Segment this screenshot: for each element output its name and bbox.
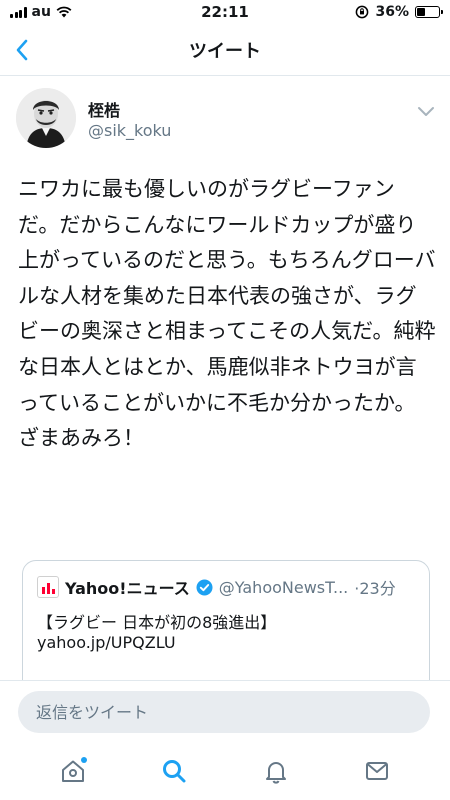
display-name[interactable]: 桎梏 bbox=[88, 97, 120, 121]
user-handle[interactable]: @sik_koku bbox=[88, 121, 171, 140]
avatar-portrait-icon bbox=[16, 88, 76, 148]
quoted-link[interactable]: yahoo.jp/UPQZLU bbox=[37, 633, 176, 652]
notification-dot bbox=[80, 757, 87, 763]
tab-search[interactable] bbox=[144, 749, 204, 793]
status-bar: au 22:11 36% bbox=[0, 0, 450, 24]
status-right: 36% bbox=[355, 4, 443, 20]
chevron-down-icon[interactable] bbox=[416, 104, 436, 118]
reply-input[interactable] bbox=[18, 691, 430, 733]
quoted-handle: @YahooNewsT... bbox=[218, 577, 349, 597]
yahoo-news-logo-icon bbox=[37, 576, 59, 598]
reply-bar bbox=[0, 680, 450, 742]
quoted-display-name: Yahoo!ニュース bbox=[65, 579, 190, 598]
quoted-tweet-header: Yahoo!ニュース @YahooNewsT... ·23分 bbox=[37, 575, 419, 599]
tweet-text: ニワカに最も優しいのがラグビーファンだ。だからこんなにワールドカップが盛り上がっ… bbox=[18, 177, 436, 451]
bell-icon bbox=[265, 762, 286, 784]
tab-bar bbox=[0, 742, 450, 800]
tab-home[interactable] bbox=[43, 749, 103, 793]
nav-header: ツイート bbox=[0, 24, 450, 76]
quoted-time: ·23分 bbox=[354, 579, 396, 598]
quoted-headline: 【ラグビー 日本が初の8強進出】 bbox=[37, 613, 277, 632]
search-icon bbox=[163, 760, 186, 783]
tab-notifications[interactable] bbox=[246, 749, 306, 793]
verified-badge-icon bbox=[196, 579, 213, 595]
page-title: ツイート bbox=[189, 41, 261, 62]
battery-percent: 36% bbox=[375, 4, 409, 20]
rotation-lock-icon bbox=[356, 5, 369, 19]
tab-messages[interactable] bbox=[347, 749, 407, 793]
battery-icon bbox=[415, 6, 443, 18]
avatar[interactable] bbox=[16, 88, 76, 148]
battery-level bbox=[417, 8, 425, 16]
mail-icon bbox=[366, 762, 389, 780]
